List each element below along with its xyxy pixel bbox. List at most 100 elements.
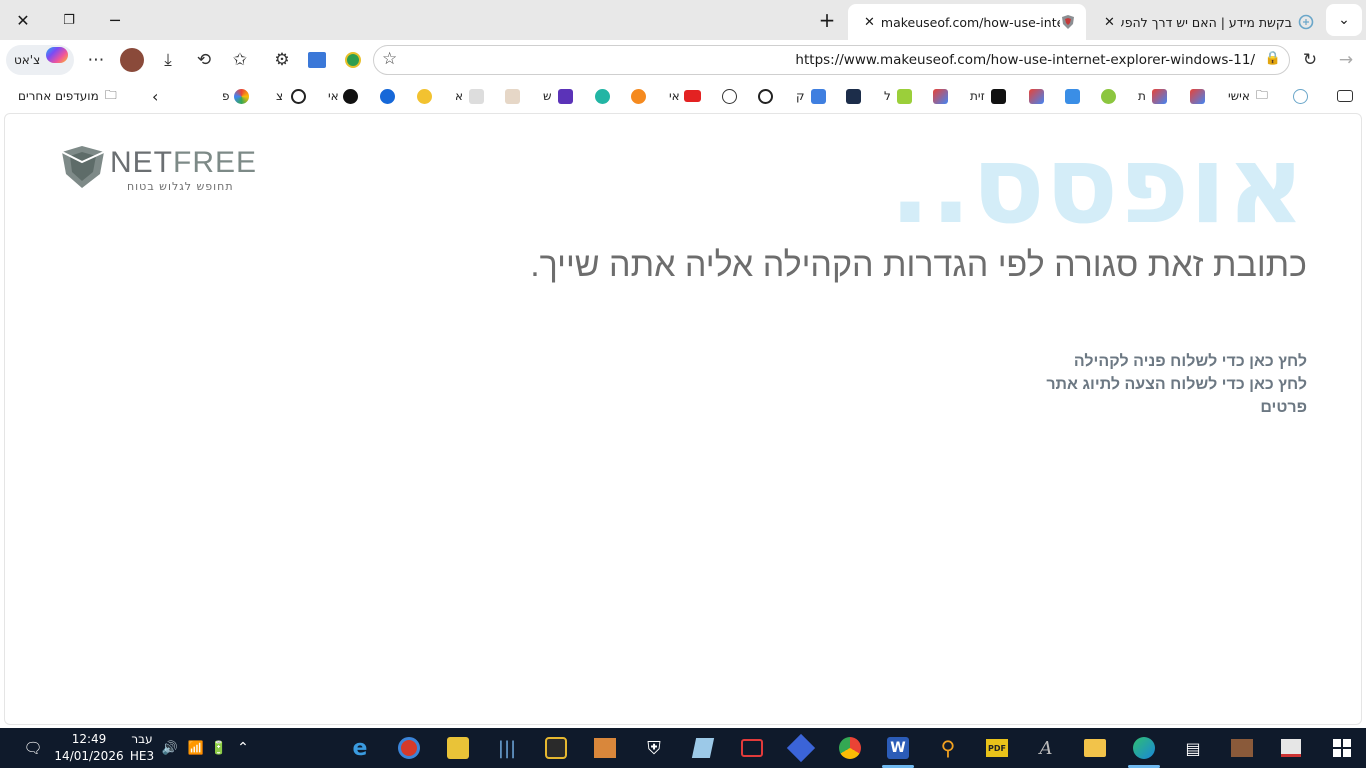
reload-icon[interactable]: ↻ [1295, 46, 1325, 74]
extension-globe-icon[interactable] [338, 46, 368, 74]
other-favorites-label: מועדפים אחרים [18, 89, 99, 103]
favorite-item[interactable] [933, 87, 948, 105]
panel-icon [1337, 90, 1353, 102]
blocked-message: כתובת זאת סגורה לפי הגדרות הקהילה אליה א… [530, 246, 1307, 284]
app-icon[interactable] [397, 736, 421, 760]
send-community-request-link[interactable]: לחץ כאן כדי לשלוח פניה לקהילה [1046, 350, 1307, 373]
downloads-icon[interactable]: ⤓ [153, 46, 183, 74]
personal-folder-label: אישי [1228, 89, 1250, 103]
tab-title: בקשת מידע | האם יש דרך להפעיל [1120, 14, 1292, 30]
close-tab-icon[interactable]: ✕ [1104, 15, 1115, 30]
library-app-icon[interactable] [1230, 736, 1254, 760]
favorite-item[interactable]: ק [796, 87, 826, 105]
favorite-item[interactable] [417, 87, 432, 105]
logo-free: FREE [173, 146, 258, 179]
word-icon[interactable]: W [886, 736, 910, 760]
internet-explorer-icon[interactable]: e [348, 736, 372, 761]
favorite-label: זית [970, 89, 985, 103]
address-bar[interactable]: ☆ https://www.makeuseof.com/how-use-inte… [373, 45, 1290, 75]
favorite-item[interactable]: פ [222, 87, 249, 105]
taskbar: 🗨 12:49 14/01/2026 עבר HE3 🔊 📶 🔋 ⌃ e |||… [0, 728, 1366, 768]
favorite-item[interactable] [1190, 87, 1205, 105]
network-icon[interactable]: 📶 [184, 736, 208, 760]
forward-icon[interactable]: → [1331, 46, 1361, 74]
sidebar-toggle-icon[interactable] [1337, 87, 1353, 105]
tab-list-chevron-down-icon[interactable]: ⌄ [1326, 4, 1362, 36]
tab-request-info[interactable]: ✕ בקשת מידע | האם יש דרך להפעיל [1088, 4, 1324, 40]
favorite-item[interactable]: זית [970, 87, 1006, 105]
screen-recorder-icon[interactable] [740, 736, 764, 760]
favorite-item[interactable]: ל [884, 87, 912, 105]
add-favorite-star-icon[interactable]: ☆ [382, 49, 397, 69]
extensions-icon[interactable]: ⚙ [267, 46, 297, 74]
favorite-item[interactable] [1101, 87, 1116, 105]
dictionary-app-icon[interactable] [1279, 736, 1303, 760]
favorite-item[interactable] [1065, 87, 1080, 105]
favorite-item[interactable] [380, 87, 395, 105]
translate-icon[interactable] [302, 46, 332, 74]
chrome-icon[interactable] [838, 736, 862, 760]
other-favorites-folder[interactable]: מועדפים אחרים 🗀 [18, 87, 117, 105]
search-app-icon[interactable]: ⚲ [936, 736, 960, 760]
favorite-item[interactable] [1029, 87, 1044, 105]
copilot-label: צ'אט [14, 53, 41, 67]
address-bar-row: צ'אט ⋯ ⤓ ⟲ ✩ ⚙ ☆ https://www.makeuseof.c… [0, 40, 1366, 80]
close-tab-icon[interactable]: ✕ [864, 15, 875, 30]
favorite-icon [631, 88, 646, 104]
volume-icon[interactable]: 🔊 [158, 736, 182, 760]
file-explorer-icon[interactable] [1083, 736, 1107, 760]
favorite-item[interactable]: אי [328, 87, 358, 105]
profile-avatar[interactable] [117, 46, 147, 74]
app-icon[interactable] [786, 733, 816, 763]
notifications-icon[interactable]: 🗨 [21, 736, 45, 760]
clock[interactable]: 12:49 14/01/2026 [54, 728, 123, 768]
url-text: https://www.makeuseof.com/how-use-intern… [795, 52, 1255, 68]
suggest-site-tag-link[interactable]: לחץ כאן כדי לשלוח הצעה לתיוג אתר [1046, 373, 1307, 396]
favorite-label: א [455, 89, 464, 103]
history-icon[interactable]: ⟲ [189, 46, 219, 74]
personal-folder[interactable]: אישי 🗀 [1228, 87, 1268, 105]
app-icon[interactable] [544, 736, 568, 760]
close-window-button[interactable]: ✕ [0, 0, 46, 40]
favorite-icon [990, 88, 1006, 104]
app-icon[interactable] [593, 736, 617, 760]
favorite-item[interactable] [595, 87, 610, 105]
favorite-item[interactable]: צ [276, 87, 307, 105]
restore-window-button[interactable]: ❐ [46, 0, 92, 40]
edge-icon[interactable] [1132, 736, 1156, 760]
favorite-item[interactable] [722, 87, 737, 105]
windows-start-icon[interactable] [1330, 736, 1354, 760]
lock-icon[interactable]: 🔒 [1265, 51, 1281, 66]
tab-bar: ✕ ❐ ─ + ✕ makeuseof.com/how-use-internet… [0, 0, 1366, 40]
favorite-item[interactable] [846, 87, 861, 105]
tab-makeuseof[interactable]: ✕ makeuseof.com/how-use-internet- [848, 4, 1086, 40]
favorite-item[interactable] [505, 87, 520, 105]
favorite-item[interactable]: ש [543, 87, 573, 105]
favorite-item[interactable] [758, 87, 773, 105]
favorite-icon [505, 88, 520, 104]
favorites-scroll-chevron-left-icon[interactable]: ‹ [152, 87, 158, 106]
more-menu-icon[interactable]: ⋯ [81, 46, 111, 74]
favorites-icon[interactable]: ✩ [225, 46, 255, 74]
minimize-window-button[interactable]: ─ [92, 0, 138, 40]
audio-app-icon[interactable]: ||| [495, 736, 519, 760]
details-link[interactable]: פרטים [1046, 396, 1307, 419]
gmail-icon [1151, 88, 1167, 104]
favorite-item[interactable] [1293, 87, 1308, 105]
app-icon[interactable] [446, 736, 470, 760]
favorite-item[interactable]: אי [669, 87, 701, 105]
app-icon[interactable] [691, 736, 715, 760]
new-tab-button[interactable]: + [804, 0, 850, 40]
security-shield-icon[interactable]: ⛨ [642, 736, 666, 760]
gmail-icon [1029, 88, 1044, 104]
battery-icon[interactable]: 🔋 [207, 736, 231, 760]
favorite-item[interactable] [631, 87, 646, 105]
language-indicator[interactable]: עבר HE3 [126, 728, 158, 768]
favorite-item[interactable]: ת [1138, 87, 1167, 105]
tray-chevron-up-icon[interactable]: ⌃ [231, 736, 255, 760]
pdf-app-icon[interactable]: PDF [985, 736, 1009, 760]
netfree-shield-icon [1060, 14, 1076, 30]
font-app-icon[interactable]: A [1034, 736, 1058, 760]
app-icon[interactable]: ▤ [1181, 736, 1205, 760]
favorite-item[interactable]: א [455, 87, 485, 105]
